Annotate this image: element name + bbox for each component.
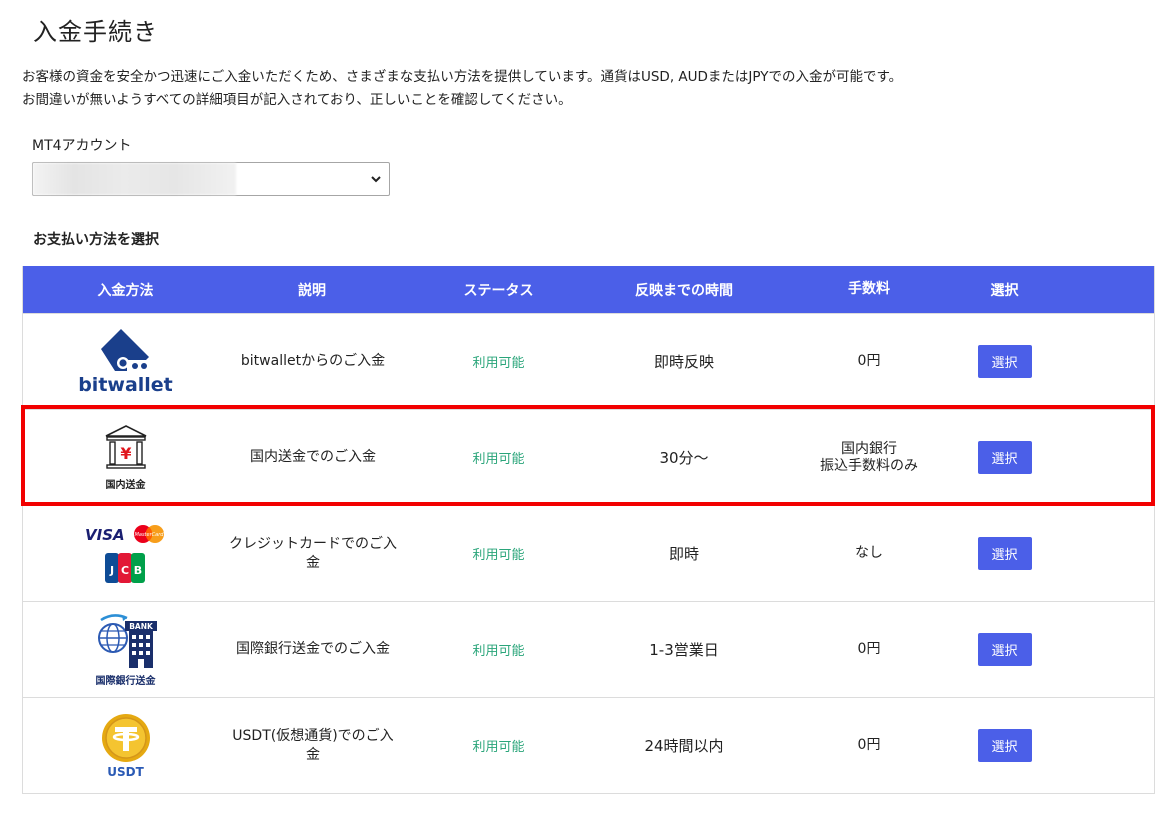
card-brands-icon: VISA MasterCard J C B [85, 524, 164, 583]
row-status: 利用可能 [472, 644, 525, 659]
row-status: 利用可能 [472, 452, 525, 467]
row-status: 利用可能 [472, 740, 525, 755]
page-title: 入金手続き [33, 18, 158, 46]
bitwallet-logo: bitwallet [78, 327, 173, 396]
account-select[interactable] [32, 162, 390, 196]
svg-text:¥: ¥ [120, 444, 131, 463]
usdt-logo: USDT [96, 713, 156, 779]
domestic-bank-logo: ¥ 国内送金 [103, 424, 149, 491]
svg-text:C: C [120, 564, 128, 577]
table-row: bitwallet bitwalletからのご入金 利用可能 即時反映 0円 選… [23, 313, 1154, 409]
usdt-coin-icon [101, 713, 150, 762]
row-time: 1-3営業日 [649, 641, 719, 659]
bank-building-icon: ¥ [105, 425, 146, 469]
payment-method-heading: お支払い方法を選択 [33, 232, 159, 248]
header-method: 入金方法 [97, 282, 154, 299]
intro-line-1: お客様の資金を安全かつ迅速にご入金いただくため、さまざまな支払い方法を提供してい… [22, 69, 903, 85]
header-fee: 手数料 [848, 281, 890, 297]
svg-text:J: J [108, 564, 113, 577]
intro-line-2: お間違いが無いようすべての詳細項目が記入されており、正しいことを確認してください… [22, 92, 572, 108]
row-description: USDT(仮想通貨)でのご入金 [232, 727, 394, 763]
intro-text: お客様の資金を安全かつ迅速にご入金いただくため、さまざまな支払い方法を提供してい… [22, 66, 902, 112]
row-status: 利用可能 [472, 356, 525, 371]
chevron-down-icon [371, 176, 381, 183]
row-time: 即時 [668, 545, 699, 563]
account-value-blurred [33, 163, 236, 195]
select-button-international[interactable]: 選択 [977, 633, 1032, 666]
credit-card-logos: VISA MasterCard J C B [81, 522, 171, 586]
bank-badge-text: BANK [129, 622, 154, 631]
row-time: 30分～ [659, 449, 709, 467]
row-description: 国内送金でのご入金 [250, 449, 376, 465]
header-status: ステータス [463, 282, 534, 299]
bitwallet-icon [101, 329, 150, 372]
table-row: USDT USDT(仮想通貨)でのご入金 利用可能 24時間以内 0円 選択 [23, 697, 1154, 793]
row-description: bitwalletからのご入金 [240, 353, 386, 369]
row-fee: なし [855, 545, 883, 561]
row-time: 24時間以内 [644, 737, 724, 755]
payment-methods-table: 入金方法 説明 ステータス 反映までの時間 手数料 選択 bitwallet b… [22, 266, 1155, 794]
intl-bank-logo-caption: 国際銀行送金 [95, 676, 156, 687]
select-button-domestic[interactable]: 選択 [977, 441, 1032, 474]
row-description: 国際銀行送金でのご入金 [236, 641, 390, 657]
domestic-logo-caption: 国内送金 [105, 480, 146, 491]
row-time: 即時反映 [653, 353, 714, 371]
header-time: 反映までの時間 [635, 282, 733, 299]
visa-text: VISA [85, 526, 125, 544]
table-header: 入金方法 説明 ステータス 反映までの時間 手数料 選択 [23, 266, 1154, 313]
select-button-bitwallet[interactable]: 選択 [977, 345, 1032, 378]
row-fee: 0円 [857, 353, 881, 369]
row-fee: 国内銀行 振込手数料のみ [820, 440, 918, 474]
international-bank-logo: BANK 国際銀行送金 [91, 612, 161, 687]
row-fee: 0円 [857, 641, 881, 657]
intl-bank-icon: BANK [97, 614, 157, 668]
select-button-usdt[interactable]: 選択 [977, 729, 1032, 762]
row-status: 利用可能 [472, 548, 525, 563]
select-button-credit-card[interactable]: 選択 [977, 537, 1032, 570]
table-row: ¥ 国内送金 国内送金でのご入金 利用可能 30分～ 国内銀行 振込手数料のみ … [23, 409, 1154, 505]
account-label: MT4アカウント [32, 138, 132, 154]
svg-text:B: B [133, 564, 141, 577]
header-description: 説明 [298, 282, 326, 299]
mastercard-text: MasterCard [134, 532, 164, 538]
usdt-logo-caption: USDT [107, 764, 144, 779]
bitwallet-logo-text: bitwallet [78, 374, 173, 396]
row-fee: 0円 [857, 737, 881, 753]
header-select: 選択 [990, 282, 1019, 299]
table-row: VISA MasterCard J C B クレジットカードでのご入金 利用可能… [23, 505, 1154, 601]
table-row: BANK 国際銀行送金 国際銀行送金でのご入金 利用可能 1-3営業日 0円 選… [23, 601, 1154, 697]
row-description: クレジットカードでのご入金 [229, 535, 397, 571]
